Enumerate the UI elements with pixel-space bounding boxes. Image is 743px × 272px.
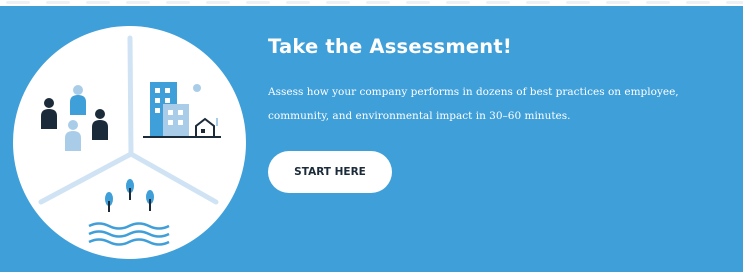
assessment-banner: Take the Assessment! Assess how your com… bbox=[0, 6, 743, 272]
buildings-icon bbox=[143, 82, 221, 138]
banner-description: Assess how your company performs in doze… bbox=[268, 86, 679, 122]
start-here-button[interactable]: START HERE bbox=[268, 151, 392, 193]
trees-icon bbox=[105, 179, 154, 212]
house-icon bbox=[195, 117, 218, 138]
water-icon bbox=[88, 222, 170, 246]
divider-lines bbox=[38, 35, 219, 205]
people-icon bbox=[41, 85, 108, 151]
illustration-circle bbox=[13, 26, 246, 259]
banner-title: Take the Assessment! bbox=[268, 35, 513, 58]
impact-illustration bbox=[38, 35, 221, 246]
